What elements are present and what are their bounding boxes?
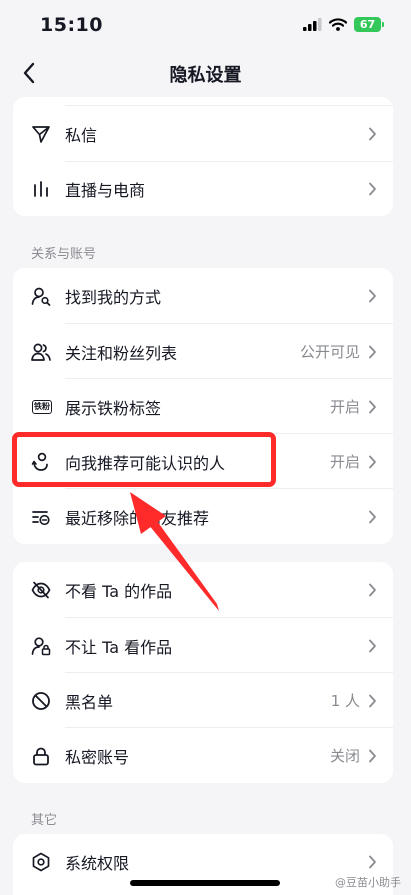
chevron-right-icon [369, 289, 376, 302]
user-lock-icon [31, 636, 51, 656]
settings-row-fan-badge[interactable]: 铁粉 展示铁粉标签 开启 [13, 379, 393, 434]
section-header-other: 其它 [31, 813, 58, 828]
chevron-right-icon [369, 127, 376, 140]
row-value: 关闭 [329, 747, 360, 765]
block-icon [31, 691, 51, 711]
hexagon-settings-icon [31, 852, 51, 872]
chevron-right-icon [369, 694, 376, 707]
chevron-right-icon [369, 510, 376, 523]
chevron-right-icon [369, 639, 376, 652]
section-header-relations: 关系与账号 [31, 247, 97, 262]
chevron-right-icon [369, 345, 376, 358]
battery-indicator: 67 [354, 17, 384, 32]
removed-list-icon [31, 507, 51, 527]
watermark: @豆苗小助手 [335, 876, 401, 889]
fan-badge-text: 铁粉 [32, 399, 52, 414]
page-title: 隐私设置 [169, 65, 242, 86]
nav-bar: 隐私设置 [0, 52, 411, 94]
chevron-right-icon [369, 400, 376, 413]
row-label: 不看 Ta 的作品 [65, 581, 173, 601]
settings-row-followers-list[interactable]: 关注和粉丝列表 公开可见 [13, 324, 393, 379]
followers-icon [31, 342, 51, 362]
row-label: 黑名单 [65, 692, 114, 712]
row-label: 关注和粉丝列表 [65, 343, 178, 363]
row-label: 展示铁粉标签 [65, 398, 162, 418]
settings-row-removed-friends[interactable]: 最近移除的朋友推荐 [13, 489, 393, 544]
row-value: 开启 [329, 453, 360, 471]
settings-group-visibility: 不看 Ta 的作品 不让 Ta 看作品 黑名单 1 人 私密账号 关闭 [13, 562, 393, 783]
row-label: 私密账号 [65, 747, 130, 767]
row-value: 1 人 [330, 692, 360, 710]
chevron-right-icon [369, 855, 376, 868]
wifi-icon [329, 18, 347, 31]
settings-group-messaging: 私信 直播与电商 [13, 97, 393, 216]
row-label: 不让 Ta 看作品 [65, 637, 173, 657]
send-icon [31, 124, 51, 144]
home-indicator [130, 880, 280, 886]
settings-row-messages[interactable]: 私信 [13, 106, 393, 161]
row-label: 最近移除的朋友推荐 [65, 508, 210, 528]
row-value: 开启 [329, 398, 360, 416]
chevron-right-icon [369, 455, 376, 468]
settings-row-private-account[interactable]: 私密账号 关闭 [13, 728, 393, 783]
chevron-right-icon [369, 749, 376, 762]
status-bar: 15:10 67 [0, 0, 411, 52]
highlight-box [12, 432, 276, 487]
row-label: 私信 [65, 125, 98, 145]
chevron-right-icon [369, 182, 376, 195]
row-label: 直播与电商 [65, 180, 146, 200]
lock-icon [31, 746, 51, 766]
settings-group-relations: 找到我的方式 关注和粉丝列表 公开可见 铁粉 展示铁粉标签 开启 向我推荐可能认… [13, 268, 393, 544]
settings-row-hide-my-works[interactable]: 不让 Ta 看作品 [13, 618, 393, 673]
status-time: 15:10 [40, 14, 103, 36]
row-value: 公开可见 [299, 343, 360, 361]
fan-badge-icon: 铁粉 [31, 397, 53, 417]
settings-row-live-commerce[interactable]: 直播与电商 [13, 161, 393, 216]
settings-row-blacklist[interactable]: 黑名单 1 人 [13, 673, 393, 728]
row-label: 找到我的方式 [65, 287, 162, 307]
find-me-icon [31, 286, 51, 306]
eye-off-icon [31, 580, 51, 600]
settings-row-hide-their-works[interactable]: 不看 Ta 的作品 [13, 562, 393, 617]
signal-icon [303, 18, 322, 31]
row-label: 系统权限 [65, 853, 130, 873]
settings-row-find-me[interactable]: 找到我的方式 [13, 268, 393, 323]
live-stats-icon [31, 179, 51, 199]
chevron-right-icon [369, 583, 376, 596]
status-icons: 67 [303, 17, 384, 32]
